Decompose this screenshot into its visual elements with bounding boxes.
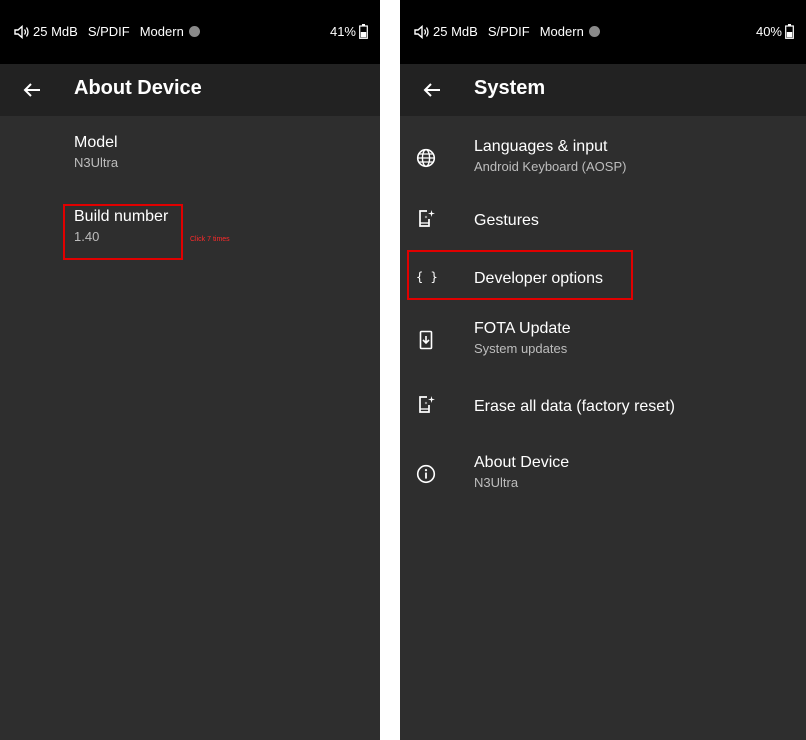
info-icon [416, 464, 436, 484]
mode-text: Modern [139, 24, 184, 39]
item-title: Languages & input [474, 138, 608, 155]
mode-dot-icon [588, 26, 600, 37]
mode-indicator: Modern [540, 24, 600, 39]
status-bar: 25 MdB S/PDIF Modern 41% [0, 0, 380, 64]
page-title: About Device [74, 77, 202, 99]
mode-indicator: Modern [140, 24, 200, 39]
about-device-screen: 25 MdB S/PDIF Modern 41% About Device Mo… [0, 0, 380, 740]
list-item-gestures[interactable]: Gestures [400, 200, 806, 244]
volume-text: 25 MdB [433, 24, 478, 39]
item-title: Model [74, 134, 118, 151]
highlight-box [407, 250, 633, 300]
list-item-languages[interactable]: Languages & input Android Keyboard (AOSP… [400, 134, 806, 190]
globe-icon [416, 148, 436, 168]
volume-icon [14, 24, 29, 39]
mode-text: Modern [539, 24, 584, 39]
list-item-factory-reset[interactable]: Erase all data (factory reset) [400, 386, 806, 430]
spdif-text: S/PDIF [87, 24, 130, 39]
back-arrow-icon[interactable] [422, 80, 442, 100]
volume-indicator: 25 MdB [14, 24, 78, 39]
system-screen: 25 MdB S/PDIF Modern 40% System Language… [400, 0, 806, 740]
item-subtitle: System updates [474, 341, 568, 356]
list-item-about-device[interactable]: About Device N3Ultra [400, 450, 806, 506]
list-item-fota-update[interactable]: FOTA Update System updates [400, 316, 806, 372]
annotation-text: Click 7 times [190, 236, 230, 243]
item-subtitle: N3Ultra [74, 155, 119, 170]
toolbar: System [400, 64, 806, 116]
volume-icon [414, 24, 429, 39]
highlight-box [63, 204, 183, 260]
page-title: System [474, 77, 546, 99]
volume-indicator: 25 MdB [414, 24, 478, 39]
item-title: About Device [474, 454, 570, 471]
system-update-icon [419, 330, 433, 350]
phone-sparkle-icon [419, 396, 435, 413]
list-item-model[interactable]: Model N3Ultra [0, 134, 380, 190]
item-title: Gestures [474, 212, 539, 229]
phone-sparkle-icon [419, 210, 435, 227]
battery-icon [359, 24, 368, 39]
volume-text: 25 MdB [33, 24, 78, 39]
spdif-text: S/PDIF [487, 24, 530, 39]
item-title: FOTA Update [474, 320, 571, 337]
item-subtitle: Android Keyboard (AOSP) [474, 159, 627, 174]
battery-text: 41% [329, 24, 356, 39]
battery-icon [785, 24, 794, 39]
item-title: Erase all data (factory reset) [474, 398, 675, 415]
status-bar: 25 MdB S/PDIF Modern 40% [400, 0, 806, 64]
back-arrow-icon[interactable] [22, 80, 42, 100]
item-subtitle: N3Ultra [474, 475, 519, 490]
battery-text: 40% [755, 24, 782, 39]
toolbar: About Device [0, 64, 380, 116]
mode-dot-icon [188, 26, 200, 37]
